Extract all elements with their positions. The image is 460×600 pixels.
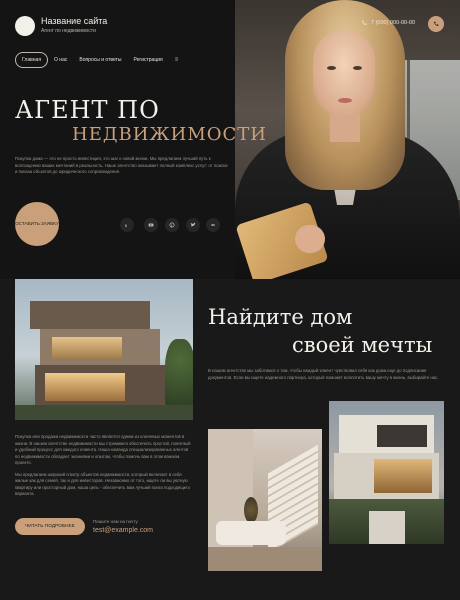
nav-item-about[interactable]: О нас	[48, 52, 73, 68]
read-more-button[interactable]: ЧИТАТЬ ПОДРОБНЕЕ	[15, 518, 85, 535]
section-description: В нашем агентстве мы заботимся о том, чт…	[208, 368, 439, 380]
interior-photo	[208, 429, 322, 571]
section-body: Покупка или продажа недвижимости часто я…	[15, 434, 193, 503]
nav-item-home[interactable]: Главная	[15, 52, 49, 68]
site-subtitle: Агент по недвижимости	[41, 28, 96, 34]
mail-label: Пишите нам на почту	[93, 519, 138, 524]
twitter-icon[interactable]	[186, 218, 200, 232]
body-paragraph: Покупка или продажа недвижимости часто я…	[15, 434, 191, 465]
phone-icon	[362, 20, 367, 25]
phone-text: 7 (000) 000-00-00	[371, 20, 416, 26]
nav-item-faq[interactable]: Вопросы и ответы	[73, 52, 127, 68]
email-link[interactable]: test@example.com	[93, 527, 153, 534]
callback-button[interactable]	[428, 16, 444, 32]
agent-photo	[235, 0, 460, 279]
phone-number[interactable]: 7 (000) 000-00-00	[361, 20, 415, 26]
phone-icon	[434, 21, 439, 26]
pinterest-icon[interactable]	[165, 218, 179, 232]
hero-headline-line1: АГЕНТ ПО	[15, 96, 160, 124]
dream-home-section: Найдите дом своей мечты В нашем агентств…	[0, 279, 460, 600]
hero-description: Покупка дома — это не просто инвестиция,…	[15, 156, 228, 174]
menu-icon[interactable]: ≡	[169, 57, 185, 63]
vk-icon[interactable]: в	[120, 218, 134, 232]
house-photo-2	[329, 401, 444, 544]
body-paragraph: Мы предлагаем широкий спектр объектов не…	[15, 471, 191, 497]
hero-section: Название сайта Агент по недвижимости Гла…	[0, 0, 460, 279]
youtube-icon[interactable]	[144, 218, 158, 232]
leave-request-button[interactable]: ОСТАВИТЬ ЗАЯВКУ	[15, 202, 59, 246]
main-nav: Главная О нас Вопросы и ответы Регистрац…	[15, 52, 184, 68]
hero-headline-line2: НЕДВИЖИМОСТИ	[72, 124, 267, 145]
house-photo	[15, 279, 193, 420]
svg-text:в: в	[125, 223, 128, 228]
other-social-icon[interactable]	[206, 218, 220, 232]
site-title: Название сайта	[41, 16, 108, 26]
section-heading-line1: Найдите дом	[208, 305, 353, 329]
logo[interactable]	[15, 16, 35, 36]
nav-item-register[interactable]: Регистрация	[127, 52, 168, 68]
section-heading-line2: своей мечты	[292, 333, 433, 357]
